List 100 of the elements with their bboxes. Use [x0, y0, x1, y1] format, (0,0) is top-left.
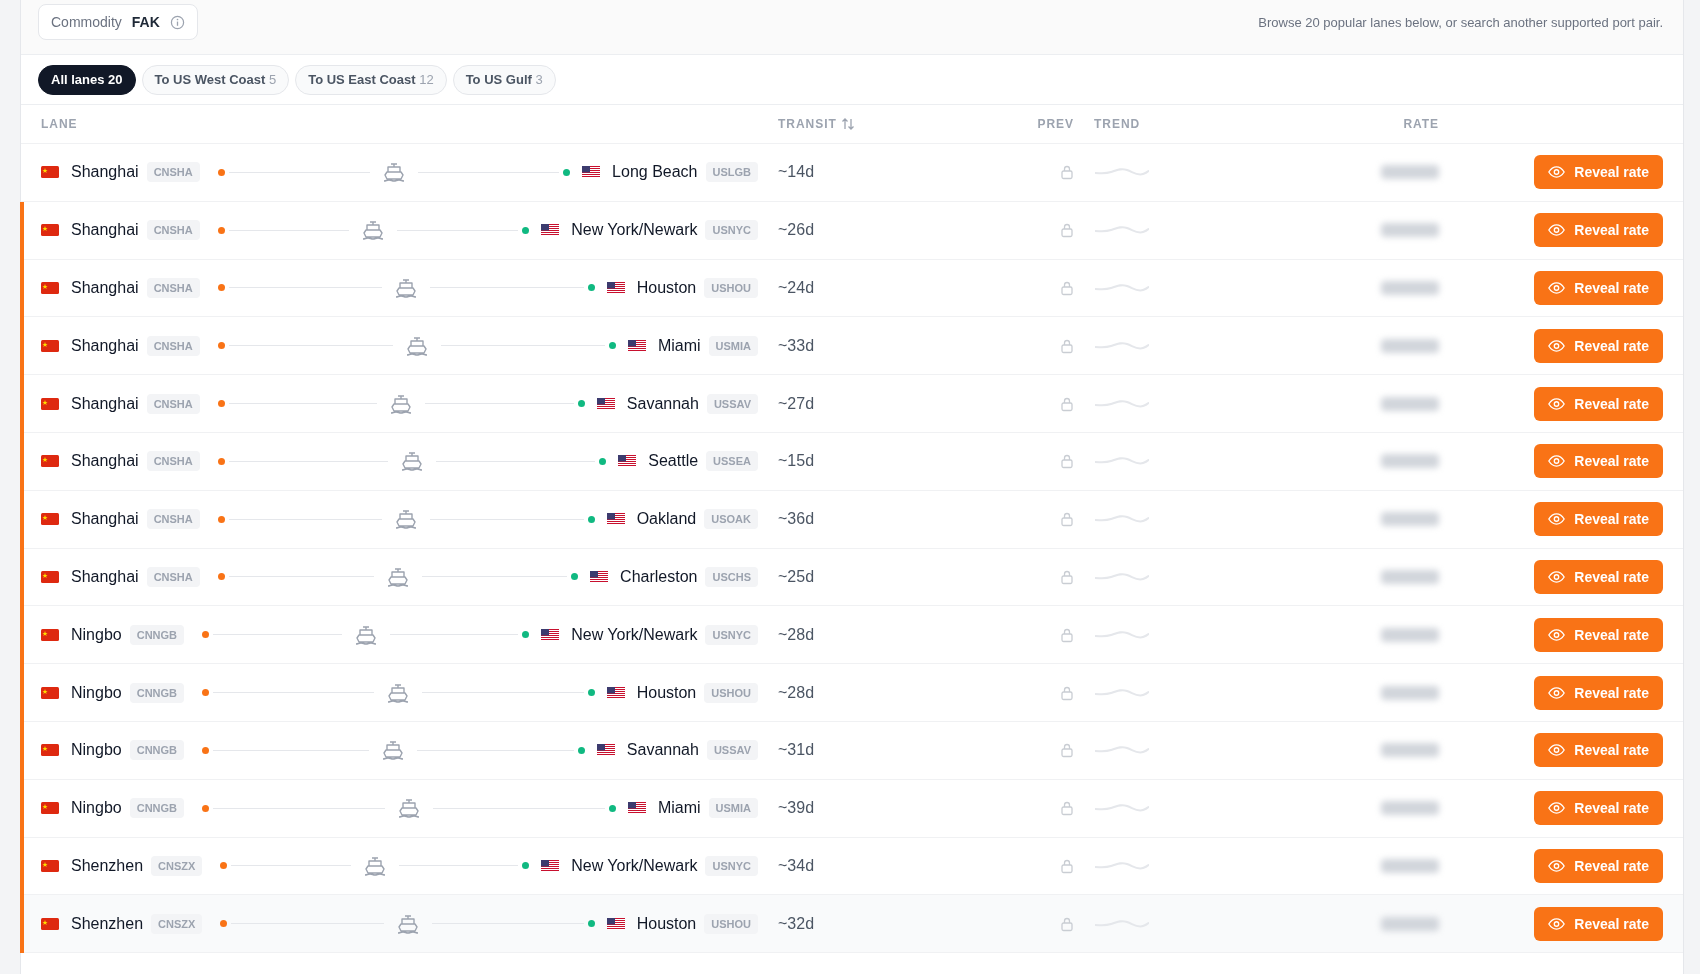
eye-icon	[1548, 513, 1566, 526]
eye-icon	[1548, 282, 1566, 294]
lock-icon	[1060, 684, 1074, 701]
origin-city: Shanghai	[71, 567, 139, 586]
ship-icon	[361, 219, 386, 242]
flag-icon	[41, 282, 59, 294]
ship-icon	[400, 450, 424, 473]
ship-icon	[381, 739, 406, 762]
ship-icon	[353, 623, 378, 646]
origin-dot	[217, 400, 225, 408]
eye-icon	[1548, 570, 1566, 583]
lane-row[interactable]: Shenzhen CNSZX Houston USHOU ~32d Reveal rate	[21, 895, 1683, 954]
origin-city: Shanghai	[71, 221, 139, 240]
destination-dot	[522, 631, 530, 639]
blurred-rate	[1381, 916, 1439, 931]
port-code: CNSHA	[146, 509, 200, 530]
port-code: CNSHA	[146, 566, 200, 587]
lane-row[interactable]: Shanghai CNSHA Savannah USSAV ~27d Reveal rate	[21, 375, 1683, 433]
filter-tab[interactable]: To US West Coast 5	[141, 64, 290, 95]
destination-dot	[587, 515, 595, 523]
port-code: USMIA	[708, 335, 758, 356]
port-code: CNSHA	[146, 451, 200, 472]
lock-icon	[1060, 800, 1074, 817]
lock-icon	[1060, 568, 1074, 585]
commodity-chip[interactable]: Commodity FAK	[38, 4, 198, 40]
origin-dot	[217, 342, 225, 350]
lane-row[interactable]: Shanghai CNSHA Miami USMIA ~33d Reveal rate	[21, 317, 1683, 376]
info-icon[interactable]	[169, 14, 185, 30]
flag-icon	[41, 224, 59, 237]
destination-dot	[608, 804, 616, 812]
ship-icon	[404, 334, 429, 357]
eye-icon	[1548, 339, 1566, 352]
ship-icon	[394, 508, 419, 531]
destination-dot	[599, 457, 607, 465]
lock-icon	[1060, 453, 1074, 470]
port-code: USNYC	[705, 624, 758, 645]
flag-icon	[590, 570, 609, 583]
transit-time: ~36d	[778, 510, 816, 529]
origin-dot	[217, 515, 225, 523]
ship-icon	[385, 565, 410, 588]
transit-time: ~24d	[778, 279, 816, 297]
origin-dot	[202, 689, 210, 697]
lock-icon	[1060, 915, 1074, 932]
port-code: USHOU	[704, 913, 758, 934]
flag-icon	[41, 570, 59, 583]
origin-dot	[217, 168, 225, 176]
port-code: CNNGB	[129, 624, 185, 645]
sparkline	[1094, 859, 1150, 872]
flag-icon	[582, 166, 601, 179]
lane-row[interactable]: Shanghai CNSHA Seattle USSEA ~15d Reveal rate	[21, 433, 1683, 491]
lane-row[interactable]: Ningbo CNNGB Houston USHOU ~28d Reveal rate	[21, 664, 1683, 722]
lock-icon	[1060, 164, 1074, 181]
lane-row[interactable]: Shanghai CNSHA New York/Newark USNYC ~26d Reveal rate	[21, 201, 1683, 260]
destination-city: Miami	[657, 799, 701, 818]
flag-icon	[627, 339, 646, 352]
destination-city: Oakland	[636, 510, 697, 529]
origin-city: Shanghai	[71, 394, 139, 413]
sparkline	[1094, 397, 1150, 410]
origin-dot	[220, 862, 228, 870]
flag-icon	[41, 455, 59, 468]
destination-dot	[522, 862, 530, 870]
origin-city: Shanghai	[71, 452, 139, 471]
lane-row[interactable]: Shanghai CNSHA Oakland USOAK ~36d Reveal rate	[21, 490, 1683, 549]
blurred-rate	[1381, 858, 1439, 873]
flag-icon	[41, 628, 59, 641]
flag-icon	[41, 166, 59, 179]
destination-city: Houston	[636, 279, 697, 297]
lane-row[interactable]: Ningbo CNNGB Miami USMIA ~39d Reveal rate	[21, 779, 1683, 838]
blurred-rate	[1381, 627, 1439, 642]
flag-icon	[41, 744, 59, 757]
origin-dot	[217, 284, 225, 292]
filter-tab[interactable]: To US East Coast 12	[295, 64, 447, 95]
lane-row[interactable]: Ningbo CNNGB Savannah USSAV ~31d Reveal rate	[21, 721, 1683, 780]
eye-icon	[1548, 859, 1566, 872]
origin-dot	[202, 804, 210, 812]
transit-time: ~26d	[778, 221, 816, 240]
destination-city: Savannah	[626, 394, 699, 413]
origin-city: Shenzhen	[71, 914, 144, 933]
flag-icon	[541, 628, 560, 641]
flag-icon	[596, 744, 615, 757]
lane-row[interactable]: Shanghai CNSHA Long Beach USLGB ~14d Reveal rate	[21, 144, 1683, 202]
filter-tab[interactable]: To US Gulf 3	[452, 64, 556, 95]
flag-icon	[596, 397, 615, 410]
lane-row[interactable]: Shanghai CNSHA Houston USHOU ~24d Reveal rate	[21, 259, 1683, 318]
origin-city: Shanghai	[71, 279, 139, 297]
sort-icon[interactable]	[840, 117, 855, 131]
lane-row[interactable]: Shanghai CNSHA Charleston USCHS ~25d Reveal rate	[21, 548, 1683, 607]
port-code: USSAV	[706, 393, 758, 414]
destination-city: Miami	[657, 336, 701, 355]
lock-icon	[1060, 280, 1074, 296]
lane-row[interactable]: Ningbo CNNGB New York/Newark USNYC ~28d Reveal rate	[21, 606, 1683, 665]
flag-icon	[41, 917, 59, 930]
eye-icon	[1548, 628, 1566, 641]
sparkline	[1094, 628, 1150, 641]
filter-tab[interactable]: All lanes 20	[38, 64, 136, 95]
port-code: CNNGB	[129, 740, 185, 761]
transit-time: ~28d	[778, 625, 816, 644]
destination-city: Seattle	[648, 452, 699, 471]
eye-icon	[1548, 455, 1566, 468]
lock-icon	[1060, 857, 1074, 874]
